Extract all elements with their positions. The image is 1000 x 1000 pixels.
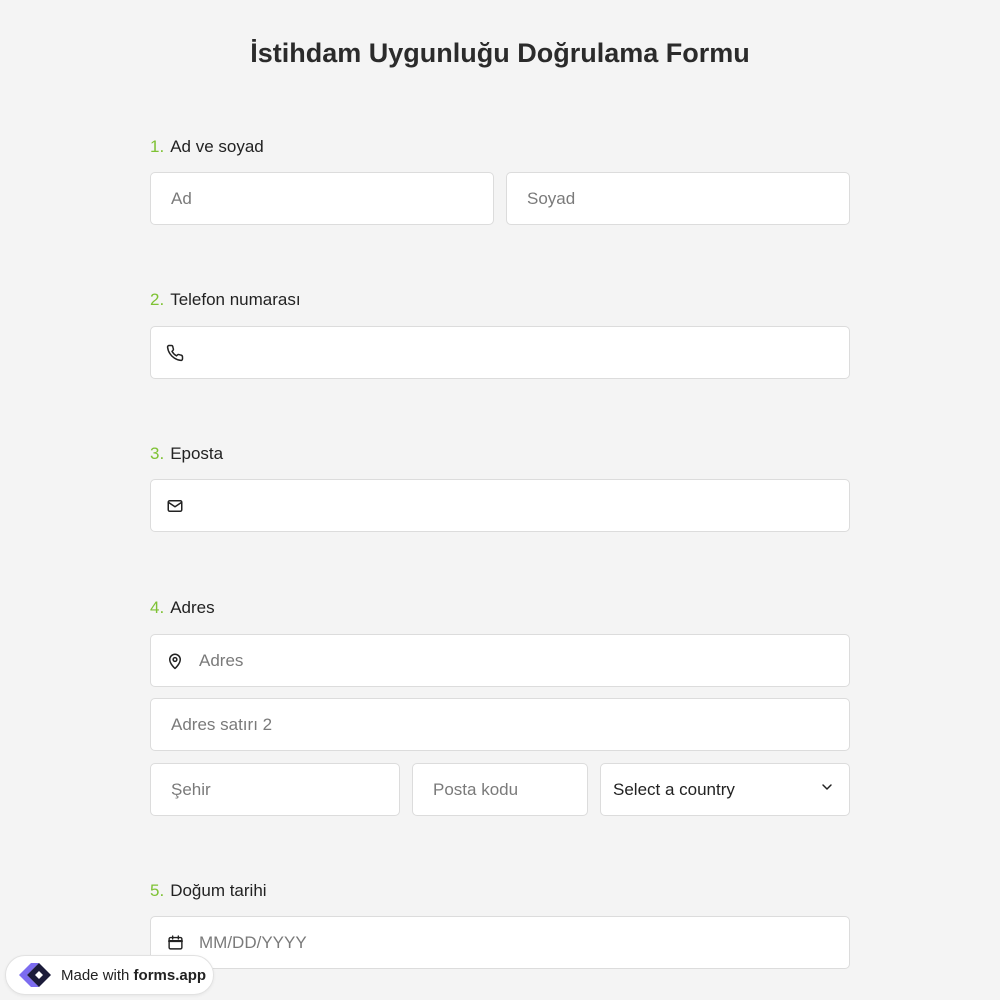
mail-icon (151, 480, 199, 531)
first-name-input[interactable] (151, 173, 493, 224)
question-1-label: 1. Ad ve soyad (150, 137, 264, 157)
phone-input[interactable] (199, 327, 849, 378)
chevron-down-icon (819, 779, 835, 800)
question-number: 3. (150, 444, 165, 463)
badge-brand: forms.app (133, 966, 207, 984)
question-text: Adres (170, 598, 215, 617)
address-line-2-field[interactable] (150, 698, 850, 751)
country-select-value: Select a country (613, 779, 735, 799)
question-4-label: 4. Adres (150, 598, 215, 618)
badge-text: Made with forms.app (61, 967, 206, 984)
last-name-input[interactable] (507, 173, 849, 224)
question-5-label: 5. Doğum tarihi (150, 881, 267, 901)
address-field[interactable] (150, 634, 850, 687)
question-text: Doğum tarihi (170, 881, 267, 900)
postal-code-input[interactable] (413, 764, 587, 815)
last-name-field[interactable] (506, 172, 850, 225)
question-number: 4. (150, 598, 165, 617)
address-line-2-input[interactable] (151, 699, 849, 750)
email-input[interactable] (199, 480, 849, 531)
country-select[interactable]: Select a country (600, 763, 850, 816)
first-name-field[interactable] (150, 172, 494, 225)
question-text: Ad ve soyad (170, 137, 264, 156)
question-text: Eposta (170, 444, 224, 463)
email-field[interactable] (150, 479, 850, 532)
birth-date-field[interactable] (150, 916, 850, 969)
phone-icon (151, 327, 199, 378)
birth-date-input[interactable] (199, 917, 849, 968)
question-2-label: 2. Telefon numarası (150, 290, 301, 310)
question-3-label: 3. Eposta (150, 444, 223, 464)
city-field[interactable] (150, 763, 400, 816)
location-pin-icon (151, 635, 199, 686)
address-input[interactable] (199, 635, 849, 686)
made-with-forms-app-badge[interactable]: Made with forms.app (5, 955, 214, 995)
form-page: İstihdam Uygunluğu Doğrulama Formu 1. Ad … (0, 0, 1000, 1000)
form-title: İstihdam Uygunluğu Doğrulama Formu (250, 38, 750, 68)
question-number: 2. (150, 290, 165, 309)
forms-app-logo-icon (15, 959, 55, 991)
badge-prefix: Made with (61, 966, 130, 984)
question-number: 5. (150, 881, 165, 900)
phone-field[interactable] (150, 326, 850, 379)
postal-code-field[interactable] (412, 763, 588, 816)
question-text: Telefon numarası (170, 290, 301, 309)
city-input[interactable] (151, 764, 399, 815)
question-number: 1. (150, 137, 165, 156)
